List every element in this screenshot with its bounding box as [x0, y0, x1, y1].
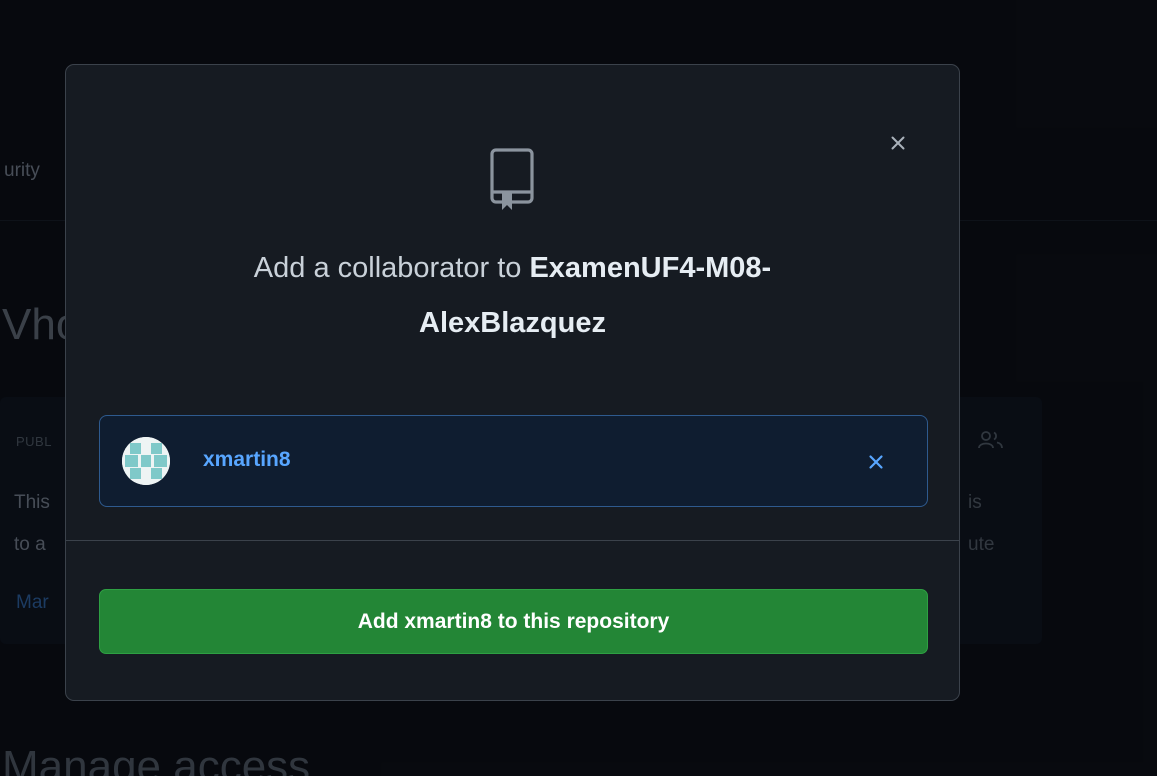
repository-name-continued: AlexBlazquez: [419, 307, 606, 339]
close-icon: [869, 455, 883, 469]
add-collaborator-button[interactable]: Add xmartin8 to this repository: [99, 589, 928, 654]
avatar: [122, 437, 170, 485]
page: urity Vho PUBL This to a Mar is ute Mana…: [0, 0, 1157, 776]
selected-collaborator: xmartin8: [99, 415, 928, 507]
dialog-title-prefix: Add a collaborator to: [253, 252, 530, 284]
close-dialog-button[interactable]: [883, 128, 913, 158]
identicon: [122, 437, 170, 485]
dialog-title: Add a collaborator to ExamenUF4-M08- Ale…: [66, 241, 959, 351]
repository-name: ExamenUF4-M08-: [529, 252, 772, 284]
repo-icon: [490, 148, 534, 210]
add-collaborator-dialog: Add a collaborator to ExamenUF4-M08- Ale…: [65, 64, 960, 701]
collaborator-username: xmartin8: [203, 448, 291, 471]
dialog-divider: [66, 540, 959, 541]
remove-collaborator-button[interactable]: [862, 448, 890, 476]
close-icon: [891, 136, 905, 150]
